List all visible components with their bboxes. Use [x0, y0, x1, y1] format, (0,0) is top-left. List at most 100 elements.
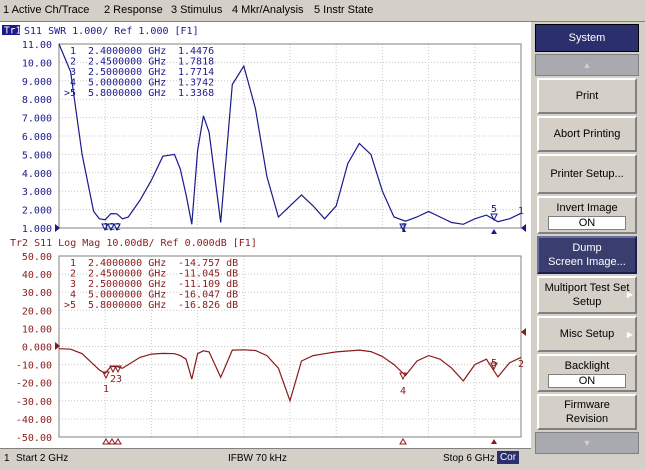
menu-item-1[interactable]: 1 Active Ch/Trace	[3, 4, 89, 16]
trace1-marker-value: 1.3742	[178, 78, 214, 89]
trace1-marker-value: 1.7818	[178, 57, 214, 68]
trace1-stim-marker	[491, 229, 497, 234]
softkey-title: System	[535, 24, 639, 52]
invert-image-button[interactable]: Invert Image ON	[537, 196, 637, 234]
trace1-marker-id: 3	[70, 67, 76, 78]
trace2-marker1-label: 1	[103, 384, 109, 395]
menu-bar: 1 Active Ch/Trace 2 Response 3 Stimulus 4 M…	[0, 0, 645, 22]
trace2-y-tick-label: 0.000	[22, 343, 52, 354]
softkey-panel: System ▲ Print Abort Printing Printer Se…	[532, 22, 645, 470]
print-button[interactable]: Print	[537, 78, 637, 114]
trace2-marker-value: -16.047 dB	[178, 290, 238, 301]
trace2-stim-marker	[114, 438, 122, 445]
softkey-scroll-down[interactable]: ▼	[535, 432, 639, 454]
trace2-marker-id: 2	[70, 269, 76, 280]
submenu-arrow-icon: ▶	[626, 290, 633, 299]
trace1-end-label: 1	[518, 206, 524, 217]
trace1-marker-id: 2	[70, 57, 76, 68]
trace1-end-arrow	[521, 224, 526, 232]
scroll-up-icon: ▲	[582, 60, 592, 70]
firmware-revision-button[interactable]: Firmware Revision	[537, 394, 637, 430]
trace2-stim-marker	[399, 438, 407, 445]
trace2-marker-freq: 2.4500000 GHz	[88, 269, 166, 280]
menu-item-3[interactable]: 3 Stimulus	[171, 4, 222, 16]
trace2-y-tick-label: 50.00	[22, 252, 52, 263]
trace2-marker-freq: 2.4000000 GHz	[88, 258, 166, 269]
trace2-marker-freq: 5.0000000 GHz	[88, 290, 166, 301]
trace2-marker-value: -11.045 dB	[178, 269, 238, 280]
trace2-marker-value: -11.109 dB	[178, 279, 238, 290]
trace1-marker-freq: 5.8000000 GHz	[88, 88, 166, 99]
chart-canvas: Tr1 S11 SWR 1.000/ Ref 1.000 [F1]11.0010.…	[2, 25, 526, 445]
channel-number: 1	[4, 453, 10, 464]
misc-setup-button[interactable]: Misc Setup ▶	[537, 316, 637, 352]
printer-setup-button[interactable]: Printer Setup...	[537, 154, 637, 194]
ifbw-readout: IFBW 70 kHz	[228, 453, 287, 464]
trace1-y-tick-label: 3.000	[22, 187, 52, 198]
trace2-y-tick-label: -50.00	[16, 433, 52, 444]
trace2-y-tick-label: -20.00	[16, 379, 52, 390]
trace1-y-tick-label: 8.000	[22, 95, 52, 106]
trace2-marker-freq: 2.5000000 GHz	[88, 279, 166, 290]
trace1-y-tick-label: 5.000	[22, 150, 52, 161]
chart-area: Tr1 S11 SWR 1.000/ Ref 1.000 [F1] 11.00 10.…	[0, 22, 531, 448]
trace1-marker-value: 1.7714	[178, 67, 214, 78]
trace2-marker-id: >5	[64, 300, 76, 311]
trace1-y-tick-label: 2.000	[22, 206, 52, 217]
trace2-marker-label: 23	[110, 374, 122, 385]
trace2-marker-value: -16.826 dB	[178, 300, 238, 311]
trace2-y-tick-label: -40.00	[16, 415, 52, 426]
trace2-y-tick-label: 40.00	[22, 270, 52, 281]
trace2-trace-line	[58, 348, 522, 403]
trace1-header: S11 SWR 1.000/ Ref 1.000 [F1]	[24, 26, 199, 37]
trace1-marker-freq: 2.4000000 GHz	[88, 46, 166, 57]
trace1-marker-id: 1	[70, 46, 76, 57]
trace2-y-tick-label: 10.00	[22, 324, 52, 335]
trace2-y-tick-label: 30.00	[22, 288, 52, 299]
trace1-badge: Tr1	[4, 26, 21, 37]
invert-image-value: ON	[548, 215, 626, 230]
trace1-y-tick-label: 10.00	[22, 58, 52, 69]
multiport-test-set-button[interactable]: Multiport Test Set Setup ▶	[537, 276, 637, 314]
trace1-marker-freq: 2.4500000 GHz	[88, 57, 166, 68]
trace1-marker5-label: 5	[491, 204, 497, 215]
status-bar: 1 Start 2 GHz IFBW 70 kHz Stop 6 GHz Cor	[0, 448, 531, 470]
trace1-marker-value: 1.3368	[178, 88, 214, 99]
scroll-down-icon: ▼	[582, 438, 592, 448]
trace1-marker-value: 1.4476	[178, 46, 214, 57]
trace1-y-tick-label: 6.000	[22, 132, 52, 143]
trace1-marker-id: 4	[70, 78, 76, 89]
abort-printing-button[interactable]: Abort Printing	[537, 116, 637, 152]
backlight-value: ON	[548, 373, 626, 388]
stop-frequency: Stop 6 GHz	[443, 453, 495, 464]
trace2-marker-value: -14.757 dB	[178, 258, 238, 269]
trace2-marker-id: 3	[70, 279, 76, 290]
trace2-header: Tr2 S11 Log Mag 10.00dB/ Ref 0.000dB [F1…	[10, 238, 257, 249]
trace1-y-tick-label: 4.000	[22, 169, 52, 180]
trace2-y-tick-label: 20.00	[22, 306, 52, 317]
menu-item-5[interactable]: 5 Instr State	[314, 4, 373, 16]
correction-badge[interactable]: Cor	[497, 451, 519, 464]
trace2-end-label: 2	[518, 359, 524, 370]
trace2-marker4-label: 4	[400, 386, 406, 397]
trace2-y-tick-label: -10.00	[16, 361, 52, 372]
trace2-marker-freq: 5.8000000 GHz	[88, 300, 166, 311]
start-frequency: Start 2 GHz	[16, 453, 69, 464]
trace1-y-tick-label: 11.00	[22, 40, 52, 51]
trace1-marker-freq: 2.5000000 GHz	[88, 67, 166, 78]
backlight-button[interactable]: Backlight ON	[537, 354, 637, 392]
trace2-marker-id: 1	[70, 258, 76, 269]
trace2-end-arrow	[521, 328, 526, 336]
trace2-stim-marker	[108, 438, 116, 445]
trace2-stim-marker	[491, 439, 497, 444]
menu-item-2[interactable]: 2 Response	[104, 4, 163, 16]
trace2-y-tick-label: -30.00	[16, 397, 52, 408]
submenu-arrow-icon: ▶	[626, 330, 633, 339]
trace1-y-tick-label: 1.000	[22, 224, 52, 235]
trace1-marker-freq: 5.0000000 GHz	[88, 78, 166, 89]
dump-screen-image-button[interactable]: Dump Screen Image...	[537, 236, 637, 274]
trace1-y-tick-label: 7.000	[22, 114, 52, 125]
trace2-stim-marker	[102, 438, 110, 445]
softkey-scroll-up[interactable]: ▲	[535, 54, 639, 76]
menu-item-4[interactable]: 4 Mkr/Analysis	[232, 4, 304, 16]
